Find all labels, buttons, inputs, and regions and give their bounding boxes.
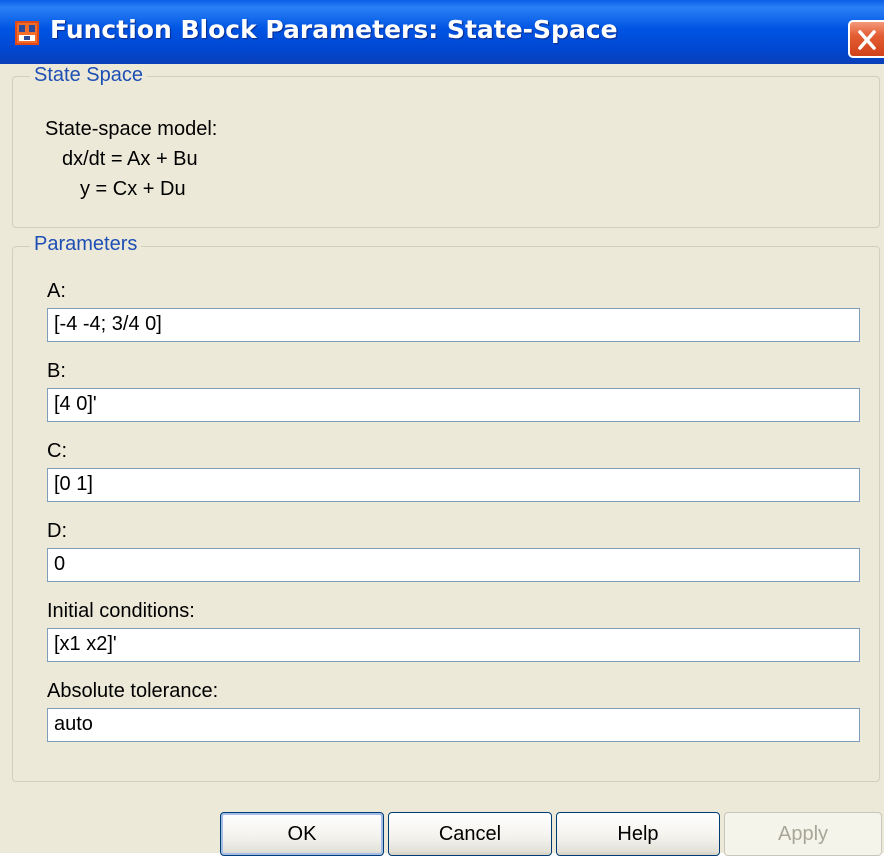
description-line-1: State-space model: — [45, 118, 218, 140]
absolute-tolerance-label: Absolute tolerance: — [47, 680, 219, 702]
absolute-tolerance-input[interactable]: auto — [47, 708, 860, 742]
param-c-label: C: — [47, 440, 67, 462]
description-line-2: dx/dt = Ax + Bu — [62, 148, 198, 170]
parameters-group-legend: Parameters — [30, 233, 142, 256]
dialog-client-area: State Space State-space model: dx/dt = A… — [4, 64, 884, 853]
param-c-input[interactable]: [0 1] — [47, 468, 860, 502]
param-b-input[interactable]: [4 0]' — [47, 388, 860, 422]
description-line-3: y = Cx + Du — [80, 178, 186, 200]
ok-button[interactable]: OK — [220, 812, 384, 856]
param-d-input[interactable]: 0 — [47, 548, 860, 582]
param-a-label: A: — [47, 280, 66, 302]
help-button[interactable]: Help — [556, 812, 720, 856]
cancel-button[interactable]: Cancel — [388, 812, 552, 856]
initial-conditions-label: Initial conditions: — [47, 600, 195, 622]
window-title: Function Block Parameters: State-Space — [50, 15, 618, 44]
simulink-block-icon — [15, 21, 39, 45]
dialog-window: Function Block Parameters: State-Space S… — [0, 0, 884, 856]
param-a-input[interactable]: [-4 -4; 3/4 0] — [47, 308, 860, 342]
apply-button: Apply — [724, 812, 882, 856]
state-space-group-legend: State Space — [30, 64, 147, 87]
param-b-label: B: — [47, 360, 66, 382]
title-bar[interactable]: Function Block Parameters: State-Space — [0, 0, 884, 64]
close-button[interactable] — [848, 20, 884, 58]
initial-conditions-input[interactable]: [x1 x2]' — [47, 628, 860, 662]
param-d-label: D: — [47, 520, 67, 542]
